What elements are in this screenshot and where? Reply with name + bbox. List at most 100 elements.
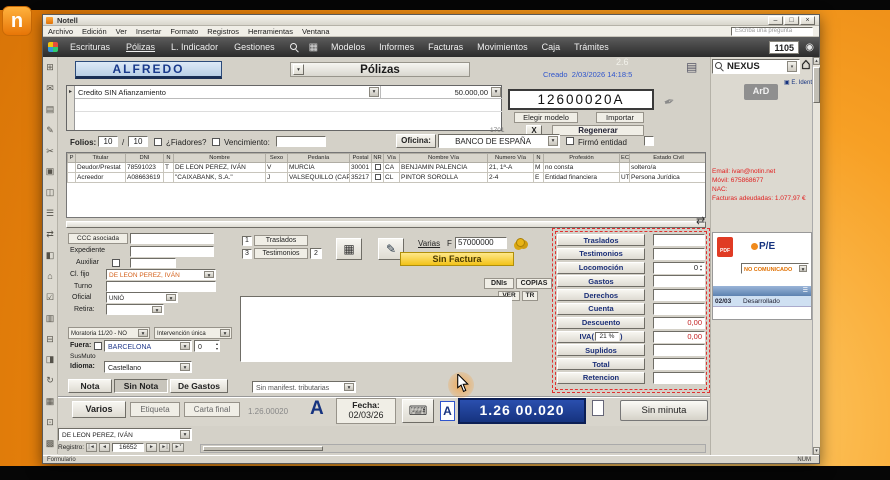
menu-item[interactable]: Registros (207, 27, 239, 36)
brand-logo[interactable]: n (2, 6, 32, 36)
maximize-button[interactable]: □ (784, 16, 799, 25)
cell-ni[interactable]: M (534, 163, 544, 173)
dnis-button[interactable]: DNIs (484, 278, 514, 289)
pdf-icon[interactable]: PDF (717, 237, 733, 257)
nav-item[interactable]: L. Indicador (171, 42, 218, 52)
fee-label-button[interactable]: Total (557, 358, 645, 370)
invoice-number-input[interactable]: 57000000 (455, 237, 507, 249)
section-divider[interactable] (66, 221, 706, 228)
column-header[interactable]: Titular (76, 154, 126, 163)
sin-factura-button[interactable]: Sin Factura (400, 252, 514, 266)
protocol-display[interactable]: 1.26 00.020 (458, 398, 586, 424)
eident-label[interactable]: ▣ E. Ident. (784, 79, 814, 86)
last-record-button[interactable]: ►| (159, 443, 170, 452)
tool-icon[interactable]: ✉ (43, 78, 57, 99)
minimize-button[interactable]: – (768, 16, 783, 25)
dropdown-arrow-icon[interactable]: ▾ (491, 87, 501, 97)
retira-select[interactable]: ▾ (106, 304, 164, 315)
sync-icon[interactable]: ⇄ (696, 214, 705, 227)
title-bar[interactable]: Notell – □ × (43, 15, 819, 26)
cell-dni[interactable]: 78591023 (126, 163, 164, 173)
auxiliar-checkbox[interactable] (112, 259, 120, 267)
nav-item[interactable]: Modelos (331, 42, 365, 52)
carta-final-button[interactable]: Carta final (184, 402, 240, 417)
fee-label-button[interactable]: Retencion (557, 372, 645, 384)
fee-value-field[interactable]: ▴▾ (653, 248, 705, 260)
tool-icon[interactable]: ▤ (43, 99, 57, 120)
tab-sin-nota[interactable]: Sin Nota (114, 379, 168, 393)
oficina-select[interactable]: BANCO DE ESPAÑA ▾ (438, 134, 560, 148)
dropdown-arrow-icon[interactable]: ▾ (138, 329, 148, 337)
firmo-checkbox[interactable] (566, 137, 574, 145)
menu-item[interactable]: Ver (116, 27, 127, 36)
testimonios-button[interactable]: Testimonios (254, 248, 308, 259)
list-item[interactable]: 02/03 Desarrollado (713, 296, 811, 307)
row-selector-cell[interactable] (68, 163, 76, 173)
cell-nombre[interactable]: DE LEON PEREZ, IVÁN (174, 163, 266, 173)
cell-via[interactable]: CL (384, 173, 400, 183)
dropdown-arrow-icon[interactable]: ▾ (787, 61, 797, 72)
column-header[interactable]: Nombre (174, 154, 266, 163)
record-number-field[interactable]: 16652 (112, 443, 144, 452)
keyboard-icon[interactable]: ⌨ (402, 399, 434, 423)
document-icon[interactable] (592, 400, 604, 416)
tool-icon[interactable]: ▣ (43, 161, 57, 182)
scroll-up-icon[interactable]: ▴ (813, 57, 820, 65)
cell-postal[interactable]: 30001 (350, 163, 372, 173)
testimonios-count[interactable]: 3 (242, 249, 252, 259)
dropdown-arrow-icon[interactable]: ▾ (369, 87, 379, 97)
cell-nombre-via[interactable]: BENJAMIN PALENCIA (400, 163, 488, 173)
prev-record-button[interactable]: ◄ (99, 443, 110, 452)
column-header[interactable]: Postal (350, 154, 372, 163)
credit-label-cell[interactable]: Credito SIN Afianzamiento ▾ (75, 86, 381, 99)
tab-nota[interactable]: Nota (68, 379, 112, 393)
table-row[interactable]: Deudor/Prestat 78591023 T DE LEON PEREZ,… (68, 163, 707, 173)
import-button[interactable]: Importar (596, 112, 644, 123)
fee-label-button[interactable]: Testimonios (557, 248, 645, 260)
column-header[interactable]: Vía (384, 154, 400, 163)
fee-value-field[interactable]: ▴▾ (653, 344, 705, 356)
tool-icon[interactable]: ☑ (43, 287, 57, 308)
ask-question-input[interactable]: Escriba una pregunta (731, 27, 813, 36)
next-record-button[interactable]: ► (146, 443, 157, 452)
cell-numero-via[interactable]: 21, 1ª-A (488, 163, 534, 173)
tool-icon[interactable]: ▩ (43, 433, 57, 454)
fuera-select[interactable]: BARCELONA ▾ (104, 340, 192, 352)
cell-sexo[interactable]: V (266, 163, 288, 173)
policy-number-field[interactable]: 12600020A (508, 89, 654, 110)
ccc-input[interactable] (130, 233, 214, 244)
column-header[interactable]: P (68, 154, 76, 163)
column-header[interactable]: N (164, 154, 174, 163)
column-header[interactable]: Estado Civil (630, 154, 707, 163)
vencimiento-input[interactable] (276, 136, 326, 147)
copias-button[interactable]: COPIAS (516, 278, 552, 289)
tr-button[interactable]: TR (522, 291, 538, 301)
menu-item[interactable]: Ventana (302, 27, 330, 36)
participants-table[interactable]: PTitularDNINNombreSexoPedaníaPostalNRVía… (67, 153, 706, 183)
tool-icon[interactable]: ◫ (43, 182, 57, 203)
fee-label-button[interactable]: Locomoción (557, 262, 645, 274)
nav-item[interactable]: Gestiones (234, 42, 275, 52)
dropdown-arrow-icon[interactable]: ▾ (180, 430, 190, 439)
nav-item[interactable]: Informes (379, 42, 414, 52)
fee-label-button[interactable]: Descuento (557, 317, 645, 329)
cell-postal[interactable]: 35217 (350, 173, 372, 183)
cell-pedania[interactable]: VALSEQUILLO (CAP. (288, 173, 350, 183)
cell-n[interactable] (164, 173, 174, 183)
fee-label-button[interactable]: Gastos (557, 275, 645, 287)
nav-item[interactable]: Escrituras (70, 42, 110, 52)
nr-checkbox[interactable] (375, 164, 381, 170)
traslados-button[interactable]: Traslados (254, 235, 308, 246)
oficina-button[interactable]: Oficina: (396, 134, 436, 148)
cell-via[interactable]: CA (384, 163, 400, 173)
cell-nombre-via[interactable]: PINTOR SOROLLA (400, 173, 488, 183)
tool-icon[interactable]: ▥ (43, 308, 57, 329)
home-icon[interactable]: ⌂ (801, 56, 811, 74)
tool-icon[interactable]: ✂ (43, 141, 57, 162)
cell-estado-civil[interactable]: Persona Jurídica (630, 173, 707, 183)
column-header[interactable]: Profesión (544, 154, 620, 163)
cell-profesion[interactable]: Entidad financiera (544, 173, 620, 183)
notes-textarea[interactable] (240, 296, 512, 362)
sin-minuta-button[interactable]: Sin minuta (620, 400, 708, 421)
fee-value-field[interactable]: ▴▾ (653, 234, 705, 246)
